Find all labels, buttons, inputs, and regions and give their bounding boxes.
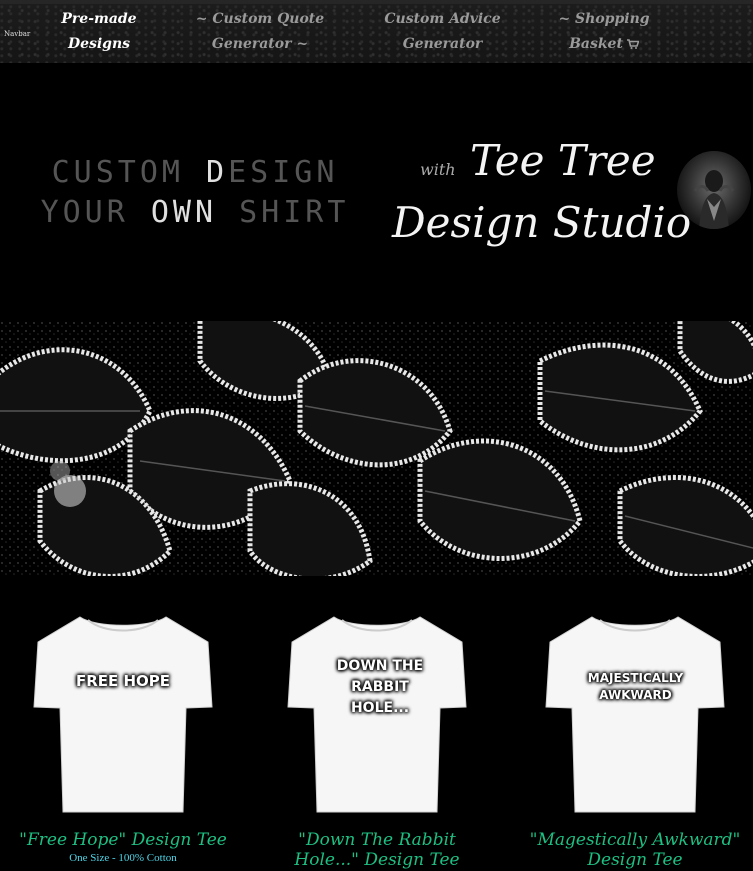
- tshirt-image: [545, 616, 725, 813]
- hero-line-1: CUSTOM DESIGN: [40, 153, 350, 193]
- coleus-leaves-banner: [0, 321, 753, 576]
- brand-title-line1: Tee Tree: [470, 136, 656, 185]
- leaves-image: [0, 321, 753, 576]
- hero-text: ESIGN: [228, 155, 339, 190]
- product-title-line1: "Magestically Awkward": [529, 830, 741, 850]
- hero-text: CUSTOM: [51, 155, 207, 190]
- hero-highlight: OWN: [150, 195, 218, 230]
- brand-title-line2: Design Studio: [392, 198, 692, 247]
- nav-custom-quote-generator[interactable]: ~ Custom Quote Generator ~: [185, 7, 335, 57]
- navbar: Navbar Pre-made Designs ~ Custom Quote G…: [0, 0, 753, 63]
- hero-line-2: YOUR OWN SHIRT: [40, 193, 350, 233]
- shopping-cart-icon: [626, 39, 639, 49]
- product-card-majestically-awkward[interactable]: MAJESTICALLY AWKWARD "Magestically Awkwa…: [530, 612, 740, 871]
- product-title-line2: Design Tee: [587, 850, 683, 870]
- product-title-line2: Hole..." Design Tee: [294, 850, 460, 870]
- nav-label-line1: ~ Custom Quote: [195, 11, 325, 27]
- hero-text: YOUR: [40, 195, 151, 230]
- product-title[interactable]: "Free Hope" Design Tee: [0, 830, 248, 850]
- studio-logo-image: [677, 151, 751, 229]
- hero-tagline: CUSTOM DESIGN YOUR OWN SHIRT: [40, 153, 350, 233]
- nav-label-line1: ~ Shopping: [558, 11, 650, 27]
- nav-label-line2: Designs: [67, 36, 131, 52]
- nav-shopping-basket[interactable]: ~ Shopping Basket: [548, 7, 660, 57]
- hero-text: SHIRT: [217, 195, 350, 230]
- brand-with: with: [420, 160, 456, 179]
- product-subtitle: One Size - 100% Cotton: [69, 852, 177, 864]
- hero-highlight: D: [206, 155, 229, 190]
- shirt-print-text: FREE HOPE: [75, 672, 171, 690]
- nav-label-line1: Pre-made: [61, 11, 137, 27]
- nav-label-line2-wrap: Basket: [548, 32, 660, 57]
- navbar-brand[interactable]: Navbar: [4, 30, 30, 38]
- nav-label-line2: Basket: [569, 36, 623, 52]
- product-title[interactable]: "Magestically Awkward" Design Tee: [510, 830, 753, 870]
- product-card-down-the-rabbit-hole[interactable]: DOWN THE RABBIT HOLE... "Down The Rabbit…: [272, 612, 482, 871]
- nav-label-line2: Generator ~: [211, 36, 309, 52]
- nav-label-line1: Custom Advice: [384, 11, 501, 27]
- shirt-print-text: DOWN THE RABBIT HOLE...: [336, 658, 424, 716]
- tshirt-image: [287, 616, 467, 813]
- nav-custom-advice-generator[interactable]: Custom Advice Generator: [370, 7, 515, 57]
- tshirt-image: [33, 616, 213, 813]
- product-title-line1: "Down The Rabbit: [298, 830, 456, 850]
- nav-label-line2: Generator: [402, 36, 483, 52]
- product-title[interactable]: "Down The Rabbit Hole..." Design Tee: [252, 830, 502, 870]
- shirt-print-text: MAJESTICALLY AWKWARD: [587, 671, 684, 702]
- product-title-line1: "Free Hope" Design Tee: [19, 830, 227, 850]
- nav-premade-designs[interactable]: Pre-made Designs: [50, 7, 148, 57]
- product-card-free-hope[interactable]: FREE HOPE "Free Hope" Design Tee One Siz…: [18, 612, 228, 871]
